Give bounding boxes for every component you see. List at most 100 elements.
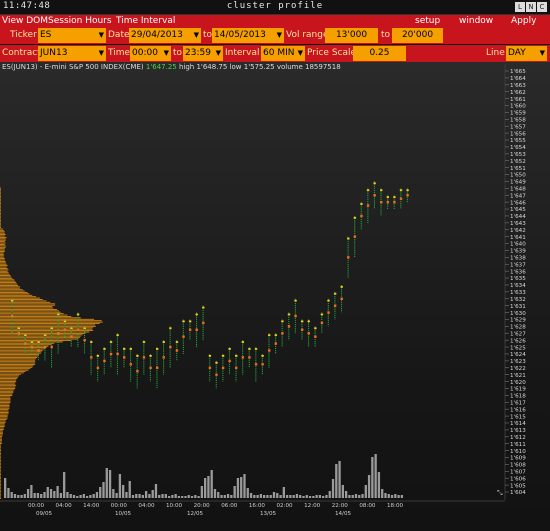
volume-bar bbox=[272, 492, 276, 498]
cluster-high-cell bbox=[215, 361, 218, 364]
time-axis-label: 12:00 bbox=[304, 503, 321, 509]
time-to-select[interactable]: 23:59 ▼ bbox=[183, 46, 223, 61]
cluster-high-cell bbox=[57, 313, 60, 316]
time-axis-label: 00:00 bbox=[28, 503, 45, 509]
time-axis-label: 04:00 bbox=[138, 503, 155, 509]
time-axis-label: 18:00 bbox=[387, 503, 404, 509]
menu-view-dom[interactable]: View DOM bbox=[2, 16, 48, 26]
window-n-button[interactable]: N bbox=[526, 2, 536, 12]
date-label: Date bbox=[108, 30, 130, 40]
date-to-select[interactable]: 14/05/2013 ▼ bbox=[212, 28, 284, 43]
window-l-button[interactable]: L bbox=[515, 2, 525, 12]
cluster-poc-cell bbox=[50, 345, 53, 349]
volume-bar bbox=[184, 496, 187, 498]
cluster-poc-cell bbox=[149, 366, 152, 369]
cluster-poc-cell bbox=[30, 345, 34, 349]
volume-bar bbox=[85, 496, 89, 498]
price-scale-input[interactable]: 0.25 bbox=[353, 46, 406, 61]
apply-button[interactable]: Apply bbox=[511, 16, 536, 26]
cluster-high-cell bbox=[300, 320, 304, 323]
cluster-high-cell bbox=[155, 348, 159, 350]
price-axis-label: 1'650 bbox=[510, 173, 526, 179]
date-from-value: 29/04/2013 bbox=[131, 30, 183, 40]
price-axis-label: 1'631 bbox=[510, 304, 526, 310]
volume-bar bbox=[66, 492, 69, 498]
menu-session-hours[interactable]: Session Hours bbox=[48, 16, 112, 26]
time-axis-date: 10/05 bbox=[115, 511, 132, 517]
price-axis-label: 1'654 bbox=[510, 145, 526, 151]
cluster-high-cell bbox=[347, 237, 350, 240]
volume-bar bbox=[312, 496, 315, 498]
menu-time-interval[interactable]: Time Interval bbox=[116, 16, 175, 26]
cluster-high-cell bbox=[70, 327, 73, 330]
volume-bar bbox=[394, 494, 397, 498]
line-select[interactable]: DAY ▼ bbox=[506, 46, 547, 61]
volume-bar bbox=[344, 491, 348, 498]
window-buttons: L N C bbox=[515, 2, 547, 12]
volume-bar bbox=[108, 470, 112, 498]
cluster-poc-cell bbox=[235, 366, 238, 369]
vol-from-input[interactable]: 13'000 bbox=[325, 28, 378, 43]
time-from-select[interactable]: 00:00 ▼ bbox=[130, 46, 171, 61]
cluster-poc-cell bbox=[83, 338, 86, 342]
volume-bar bbox=[128, 481, 131, 498]
price-axis-label: 1'652 bbox=[510, 159, 526, 165]
volume-bar bbox=[325, 495, 328, 498]
cluster-high-cell bbox=[169, 327, 172, 330]
cluster-poc-cell bbox=[307, 332, 310, 335]
ticker-select[interactable]: ES ▼ bbox=[38, 28, 106, 43]
volume-bar bbox=[13, 494, 17, 498]
cluster-high-cell bbox=[254, 348, 258, 350]
line-value: DAY bbox=[508, 48, 526, 58]
volume-bar bbox=[26, 489, 30, 498]
cluster-poc-cell bbox=[248, 356, 251, 359]
time-axis-label: 06:00 bbox=[221, 503, 238, 509]
price-axis-label: 1'657 bbox=[510, 124, 526, 130]
volume-bar bbox=[387, 494, 390, 498]
volume-bar bbox=[299, 495, 302, 498]
volume-bar bbox=[331, 479, 335, 498]
cluster-high-cell bbox=[162, 341, 165, 343]
chevron-down-icon: ▼ bbox=[297, 49, 303, 57]
menu-setup[interactable]: setup bbox=[415, 16, 440, 26]
cluster-high-cell bbox=[123, 348, 126, 350]
volume-bar bbox=[204, 478, 207, 498]
time-axis-label: 08:00 bbox=[359, 503, 376, 509]
volume-bar bbox=[230, 495, 233, 498]
volume-bar bbox=[7, 488, 10, 498]
volume-bar bbox=[194, 495, 197, 498]
date-from-select[interactable]: 29/04/2013 ▼ bbox=[129, 28, 201, 43]
volume-bar bbox=[92, 494, 95, 498]
volume-bar bbox=[181, 496, 184, 498]
cluster-high-cell bbox=[294, 299, 297, 302]
time-label: Time bbox=[108, 48, 131, 58]
resize-icon: ⤡ bbox=[497, 489, 503, 497]
cluster-high-cell bbox=[96, 354, 100, 357]
volume-bar bbox=[315, 495, 318, 498]
time-axis-label: 16:00 bbox=[249, 503, 266, 509]
cluster-profile-chart[interactable]: 1'6651'6641'6631'6621'6611'6601'6591'658… bbox=[0, 62, 550, 531]
vol-to-input[interactable]: 20'000 bbox=[392, 28, 443, 43]
cluster-poc-cell bbox=[24, 342, 27, 345]
cluster-poc-cell bbox=[208, 366, 212, 369]
interval-select[interactable]: 60 MIN ▼ bbox=[261, 46, 305, 61]
cluster-high-cell bbox=[340, 285, 343, 288]
cluster-poc-cell bbox=[109, 352, 113, 356]
volume-bar bbox=[72, 495, 76, 498]
cluster-poc-cell bbox=[103, 359, 106, 363]
price-axis-label: 1'662 bbox=[510, 90, 526, 96]
volume-bar bbox=[46, 487, 49, 498]
contract-select[interactable]: JUN13 ▼ bbox=[38, 46, 106, 61]
volume-bar bbox=[256, 495, 259, 498]
toolbar-row-2: Contract JUN13 ▼ Time 00:00 ▼ to 23:59 ▼ In… bbox=[0, 45, 550, 62]
volume-bar bbox=[253, 495, 256, 498]
volume-bar bbox=[305, 495, 308, 498]
price-axis-label: 1'607 bbox=[510, 469, 526, 475]
volume-bar bbox=[161, 494, 164, 498]
window-c-button[interactable]: C bbox=[537, 2, 547, 12]
volume-bar bbox=[390, 495, 394, 498]
price-axis-label: 1'653 bbox=[510, 152, 526, 158]
volume-bar bbox=[141, 495, 144, 498]
cluster-high-cell bbox=[241, 341, 245, 343]
menu-window[interactable]: window bbox=[459, 16, 493, 26]
